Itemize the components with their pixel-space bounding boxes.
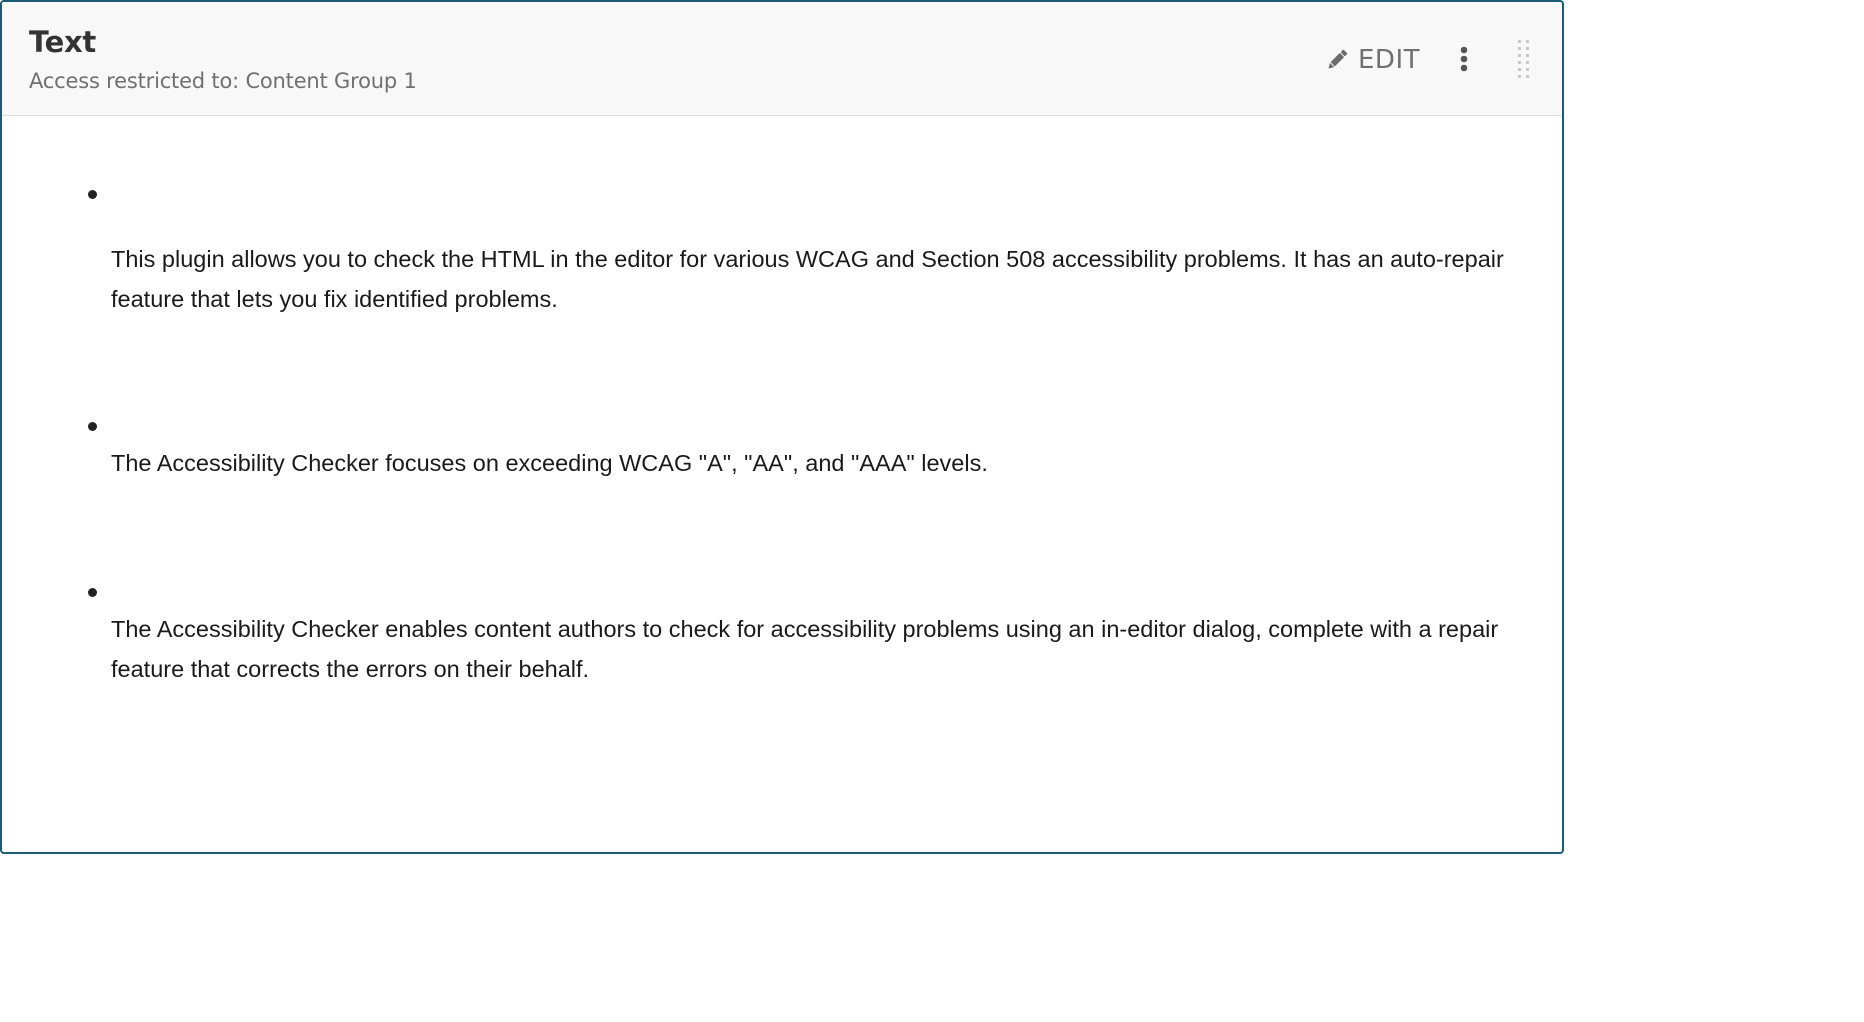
component-header: Text Access restricted to: Content Group… — [2, 2, 1562, 116]
vertical-ellipsis-icon — [1460, 46, 1468, 77]
edit-button[interactable]: EDIT — [1324, 42, 1420, 78]
xblock-component: Text Access restricted to: Content Group… — [0, 0, 1564, 854]
bullet-icon — [88, 588, 97, 597]
component-title: Text — [29, 25, 96, 59]
access-restriction-text: Access restricted to: Content Group 1 — [29, 69, 417, 93]
list-item-text: The Accessibility Checker enables conten… — [111, 616, 1499, 682]
list-item-text: This plugin allows you to check the HTML… — [111, 246, 1504, 312]
drag-handle[interactable] — [1514, 38, 1534, 84]
more-actions-button[interactable] — [1452, 44, 1476, 78]
bullet-icon — [88, 190, 97, 199]
edit-label: EDIT — [1358, 45, 1420, 75]
drag-handle-icon — [1514, 40, 1534, 88]
list-item-text: The Accessibility Checker focuses on exc… — [111, 450, 988, 476]
bullet-icon — [88, 422, 97, 431]
pencil-icon — [1324, 47, 1350, 73]
